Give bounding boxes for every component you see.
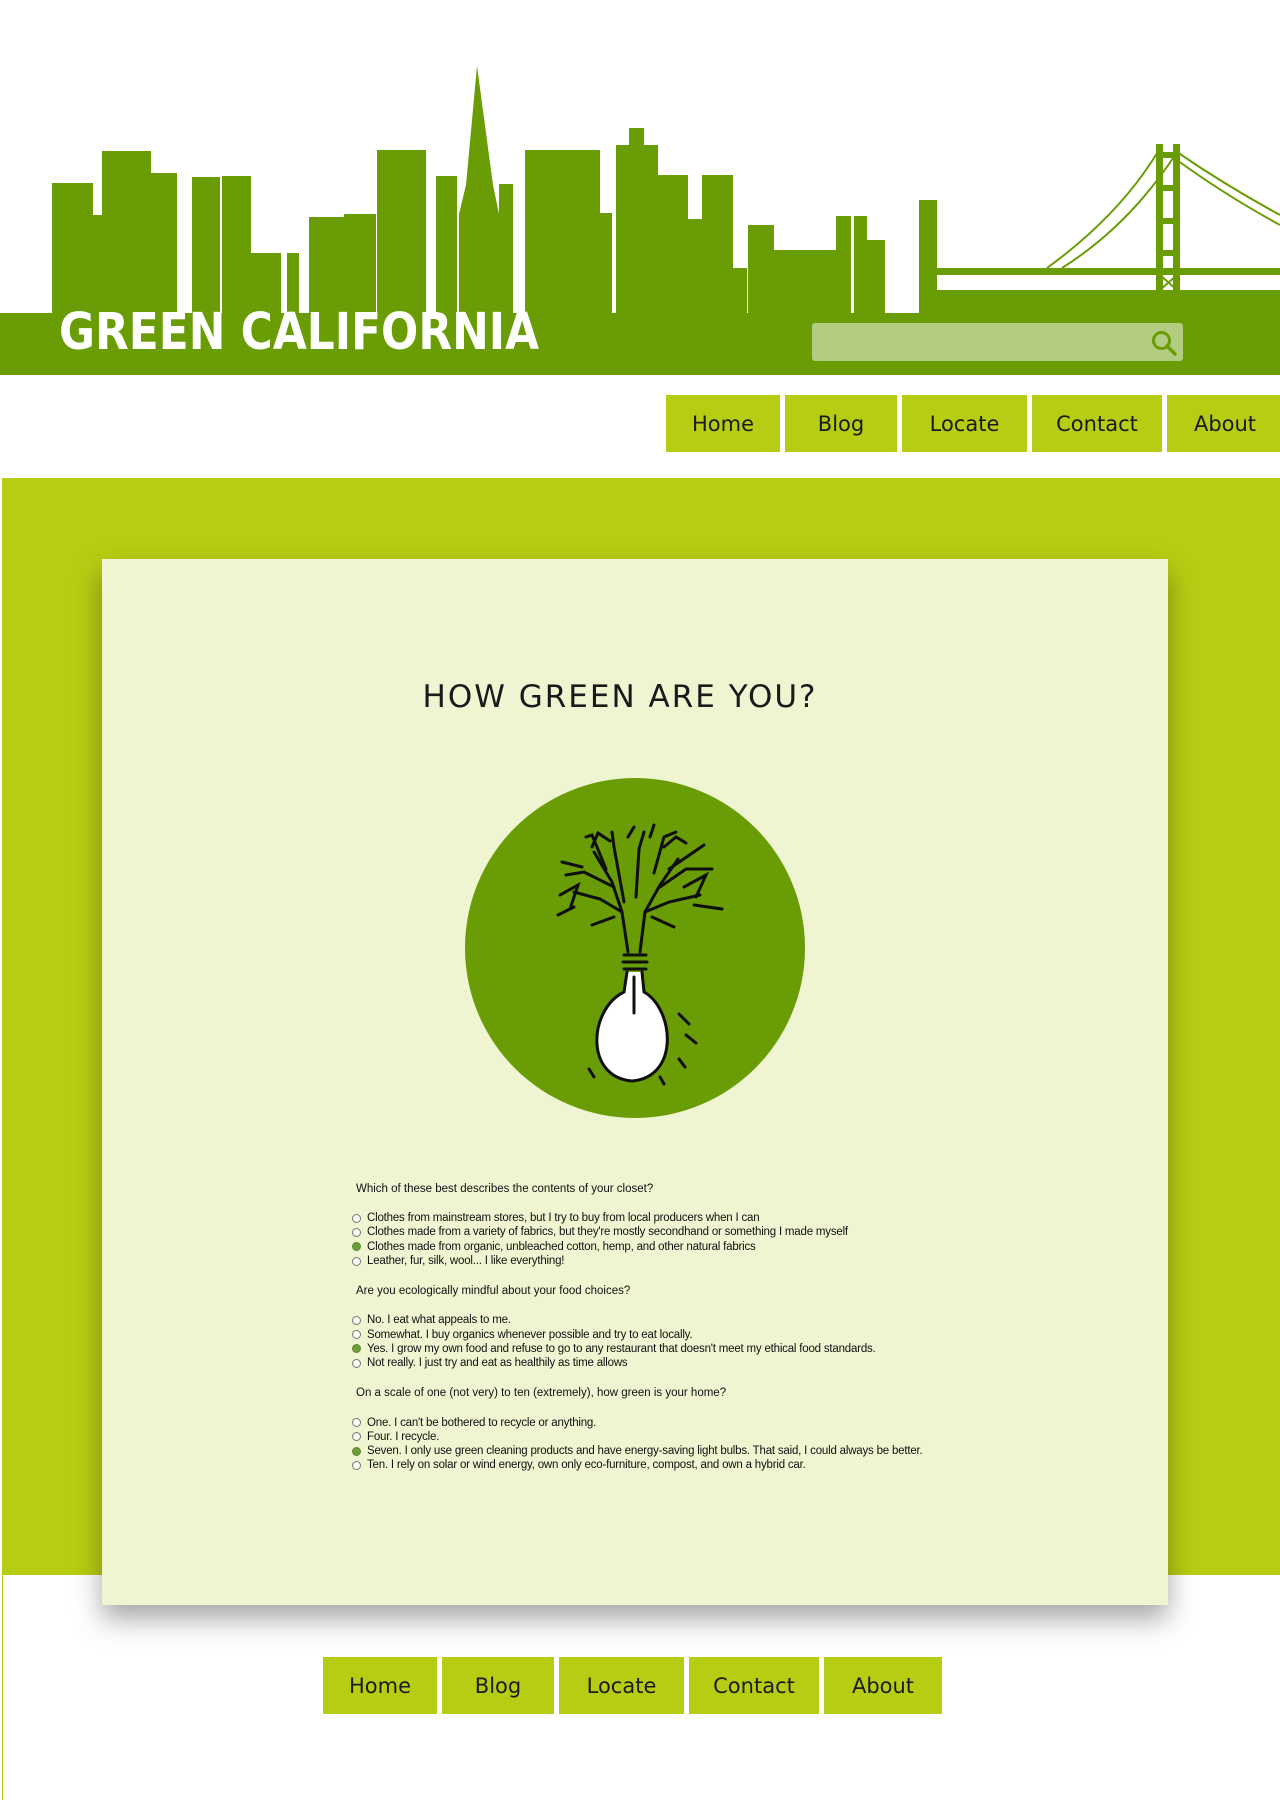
radio-button[interactable] [352, 1330, 361, 1340]
radio-button[interactable] [352, 1418, 361, 1428]
option-label: Clothes from mainstream stores, but I tr… [367, 1212, 760, 1225]
option-home-2[interactable]: Four. I recycle. [352, 1430, 1072, 1444]
radio-button[interactable] [352, 1213, 361, 1223]
option-closet-2[interactable]: Clothes made from a variety of fabrics, … [352, 1225, 1072, 1239]
options-home: One. I can't be bothered to recycle or a… [352, 1415, 1072, 1472]
option-label: One. I can't be bothered to recycle or a… [367, 1416, 597, 1429]
option-home-1[interactable]: One. I can't be bothered to recycle or a… [352, 1415, 1072, 1429]
option-label: Ten. I rely on solar or wind energy, own… [367, 1459, 806, 1472]
option-food-4[interactable]: Not really. I just try and eat as health… [352, 1356, 1072, 1370]
radio-button[interactable] [352, 1460, 361, 1470]
nav-about[interactable]: About [1167, 395, 1280, 452]
option-label: Seven. I only use green cleaning product… [367, 1445, 923, 1458]
question-home: On a scale of one (not very) to ten (ext… [356, 1387, 727, 1400]
quiz-card: HOW GREEN ARE YOU? Which of these best d… [102, 559, 1168, 1605]
nav-locate[interactable]: Locate [902, 395, 1027, 452]
option-closet-1[interactable]: Clothes from mainstream stores, but I tr… [352, 1211, 1072, 1225]
top-navigation: Home Blog Locate Contact About [666, 395, 1280, 452]
footer-nav-blog[interactable]: Blog [442, 1657, 554, 1714]
quiz-form: Which of these best describes the conten… [352, 1182, 1072, 1489]
radio-button-selected[interactable] [352, 1344, 361, 1354]
option-label: Four. I recycle. [367, 1430, 440, 1443]
tree-lightbulb-icon [465, 778, 805, 1118]
search-input[interactable] [812, 323, 1132, 361]
radio-button-selected[interactable] [352, 1446, 361, 1456]
nav-blog[interactable]: Blog [785, 395, 897, 452]
footer-nav-contact[interactable]: Contact [689, 1657, 819, 1714]
option-label: Clothes made from organic, unbleached co… [367, 1240, 756, 1253]
option-home-3[interactable]: Seven. I only use green cleaning product… [352, 1444, 1072, 1458]
options-food: No. I eat what appeals to me. Somewhat. … [352, 1313, 1072, 1370]
radio-button[interactable] [352, 1432, 361, 1442]
option-home-4[interactable]: Ten. I rely on solar or wind energy, own… [352, 1458, 1072, 1472]
radio-button[interactable] [352, 1227, 361, 1237]
nav-contact[interactable]: Contact [1032, 395, 1162, 452]
radio-button[interactable] [352, 1256, 361, 1266]
option-food-1[interactable]: No. I eat what appeals to me. [352, 1313, 1072, 1327]
option-label: Somewhat. I buy organics whenever possib… [367, 1328, 693, 1341]
site-title: GREEN CALIFORNIA [59, 303, 540, 362]
radio-button[interactable] [352, 1358, 361, 1368]
option-closet-3[interactable]: Clothes made from organic, unbleached co… [352, 1240, 1072, 1254]
options-closet: Clothes from mainstream stores, but I tr… [352, 1211, 1072, 1268]
option-label: No. I eat what appeals to me. [367, 1314, 511, 1327]
footer-nav-home[interactable]: Home [323, 1657, 437, 1714]
option-food-3[interactable]: Yes. I grow my own food and refuse to go… [352, 1342, 1072, 1356]
question-closet: Which of these best describes the conten… [356, 1183, 654, 1195]
quiz-title: HOW GREEN ARE YOU? [422, 679, 818, 715]
search-icon[interactable] [1150, 329, 1178, 357]
band-edge-line [2, 1575, 3, 1800]
footer-nav-locate[interactable]: Locate [559, 1657, 684, 1714]
option-label: Leather, fur, silk, wool... I like every… [367, 1255, 565, 1268]
option-label: Not really. I just try and eat as health… [367, 1357, 628, 1370]
option-label: Clothes made from a variety of fabrics, … [367, 1226, 848, 1239]
search-box[interactable] [812, 323, 1183, 361]
option-food-2[interactable]: Somewhat. I buy organics whenever possib… [352, 1327, 1072, 1341]
radio-button-selected[interactable] [352, 1242, 361, 1252]
radio-button[interactable] [352, 1315, 361, 1325]
option-closet-4[interactable]: Leather, fur, silk, wool... I like every… [352, 1254, 1072, 1268]
bottom-navigation: Home Blog Locate Contact About [323, 1657, 942, 1714]
option-label: Yes. I grow my own food and refuse to go… [367, 1342, 876, 1355]
nav-home[interactable]: Home [666, 395, 780, 452]
question-food: Are you ecologically mindful about your … [356, 1285, 631, 1298]
footer-nav-about[interactable]: About [824, 1657, 942, 1714]
